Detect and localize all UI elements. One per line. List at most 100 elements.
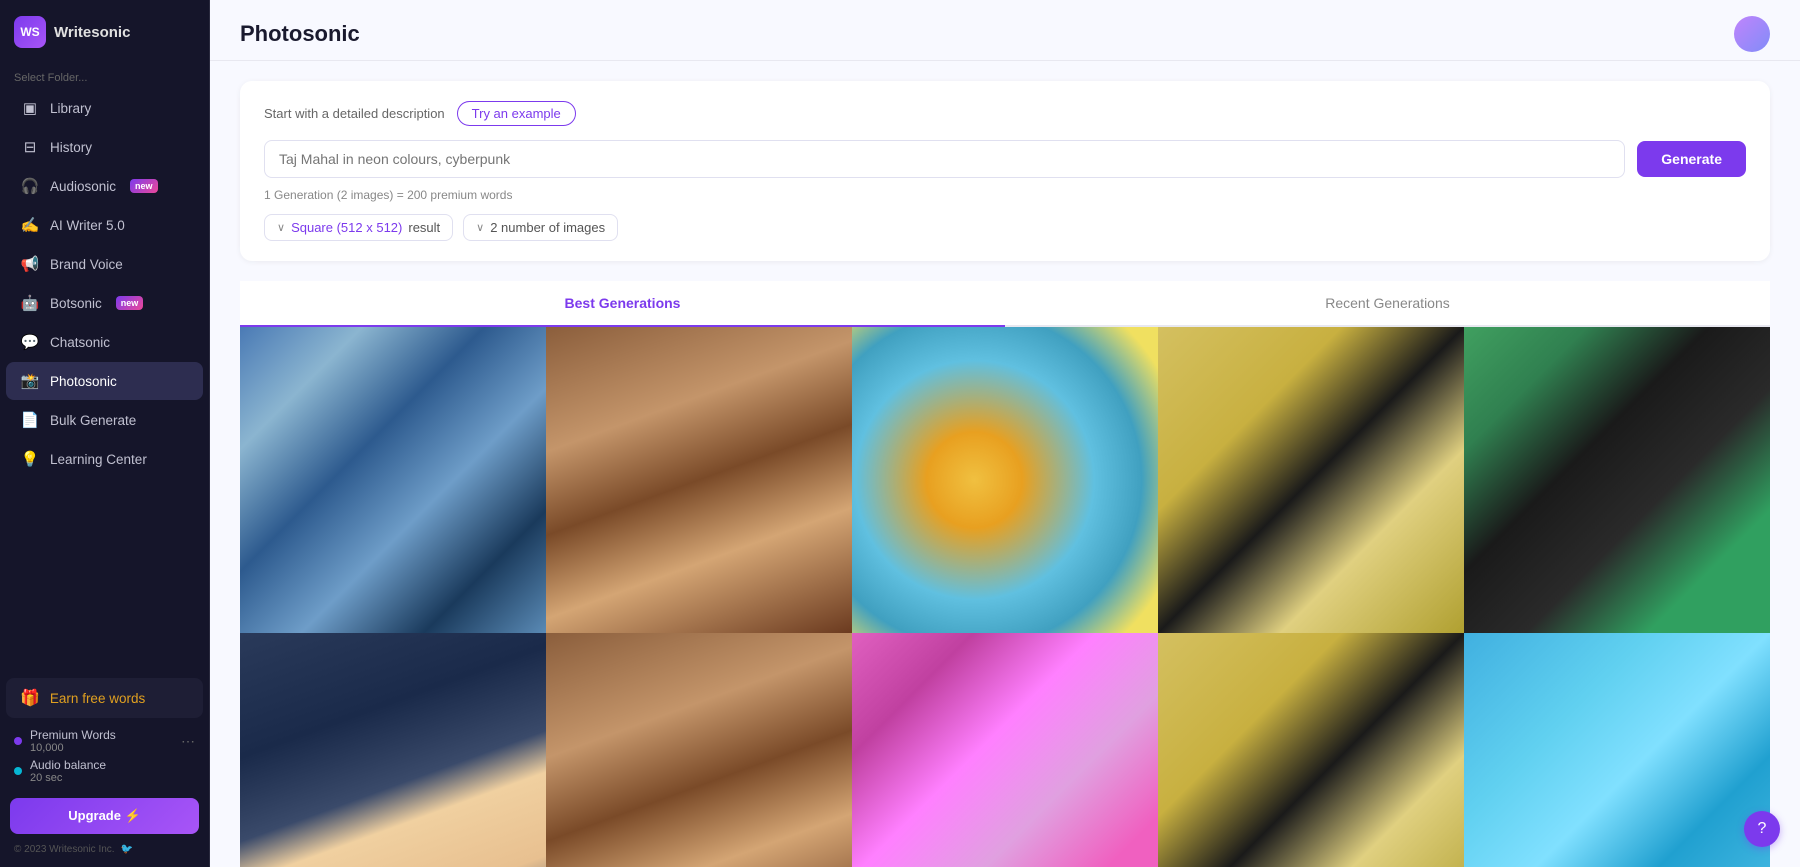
user-avatar[interactable] [1734,16,1770,52]
sidebar-item-label: AI Writer 5.0 [50,218,125,233]
tab-best-generations[interactable]: Best Generations [240,281,1005,325]
image-taj-mahal [852,633,1158,867]
sidebar-items: ▣ Library ⊟ History 🎧 Audiosonic new ✍ A… [0,88,209,479]
sidebar: WS Writesonic Select Folder... ▣ Library… [0,0,210,867]
sidebar-item-brand-voice[interactable]: 📢 Brand Voice [6,245,203,283]
page-title: Photosonic [240,21,360,47]
image-grid [240,327,1770,867]
image-cell-indian-woman[interactable] [240,633,546,867]
sidebar-item-label: Audiosonic [50,179,116,194]
image-count-label: 2 number of images [490,220,605,235]
image-cell-scream-2[interactable] [1158,633,1464,867]
upgrade-button[interactable]: Upgrade ⚡ [10,798,199,834]
ai-writer-icon: ✍ [20,215,40,235]
image-cell-scream[interactable] [1158,327,1464,633]
premium-words-value: 10,000 [30,742,116,754]
chatsonic-icon: 💬 [20,332,40,352]
sidebar-item-bulk-generate[interactable]: 📄 Bulk Generate [6,401,203,439]
image-count-chip[interactable]: ∨ 2 number of images [463,214,618,241]
sidebar-item-chatsonic[interactable]: 💬 Chatsonic [6,323,203,361]
tabs-row: Best Generations Recent Generations [240,281,1770,327]
size-result-label: result [408,220,440,235]
size-option-chip[interactable]: ∨ Square (512 x 512) result [264,214,453,241]
chevron-down-icon: ∨ [277,221,285,234]
audiosonic-icon: 🎧 [20,176,40,196]
earn-free-words-button[interactable]: 🎁 Earn free words [6,678,203,718]
image-mona-lisa [546,327,852,633]
select-folder-label[interactable]: Select Folder... [0,64,209,88]
premium-dot [14,737,22,745]
sidebar-item-label: Brand Voice [50,257,123,272]
sidebar-item-learning-center[interactable]: 💡 Learning Center [6,440,203,478]
audio-balance-value: 20 sec [30,772,106,784]
brand-voice-icon: 📢 [20,254,40,274]
image-scream [1158,327,1464,633]
sidebar-item-label: Botsonic [50,296,102,311]
sidebar-item-history[interactable]: ⊟ History [6,128,203,166]
input-section: Start with a detailed description Try an… [240,81,1770,261]
help-icon[interactable]: ? [1744,811,1780,847]
image-cell-taj-mahal[interactable] [852,633,1158,867]
audio-balance-label: Audio balance [30,758,106,772]
main-content: Photosonic Start with a detailed descrip… [210,0,1800,867]
image-cell-cat-samurai[interactable] [1464,327,1770,633]
sidebar-item-label: Library [50,101,91,116]
sidebar-item-botsonic[interactable]: 🤖 Botsonic new [6,284,203,322]
sidebar-item-label: Chatsonic [50,335,110,350]
audio-dot [14,767,22,775]
content-area: Start with a detailed description Try an… [210,61,1800,867]
image-cyclist [852,327,1158,633]
twitter-icon[interactable]: 🐦 [121,844,133,855]
image-mona-lisa-2 [546,633,852,867]
tab-recent-generations[interactable]: Recent Generations [1005,281,1770,325]
image-robot [1464,633,1770,867]
copyright-text: © 2023 Writesonic Inc. [14,844,115,855]
sidebar-item-label: Photosonic [50,374,117,389]
image-cell-van-gogh[interactable] [240,327,546,633]
try-example-button[interactable]: Try an example [457,101,576,126]
footer: © 2023 Writesonic Inc. 🐦 [0,840,209,859]
gift-icon: 🎁 [20,688,40,708]
image-cell-cyclist[interactable] [852,327,1158,633]
bulk-generate-icon: 📄 [20,410,40,430]
image-cell-mona-lisa-2[interactable] [546,633,852,867]
more-options-icon[interactable]: ⋯ [181,733,195,750]
main-header: Photosonic [210,0,1800,61]
image-scream-2 [1158,633,1464,867]
logo-text: Writesonic [54,24,130,41]
image-cell-mona-lisa[interactable] [546,327,852,633]
history-icon: ⊟ [20,137,40,157]
size-option-label: Square (512 x 512) [291,220,402,235]
sidebar-bottom: 🎁 Earn free words Premium Words 10,000 ⋯… [0,676,209,867]
photosonic-icon: 📸 [20,371,40,391]
image-cat-samurai [1464,327,1770,633]
image-indian-woman [240,633,546,867]
account-info: Premium Words 10,000 ⋯ Audio balance 20 … [0,720,209,792]
badge-new: new [116,296,144,310]
botsonic-icon: 🤖 [20,293,40,313]
prompt-input[interactable] [264,140,1625,178]
sidebar-item-audiosonic[interactable]: 🎧 Audiosonic new [6,167,203,205]
image-cell-robot[interactable] [1464,633,1770,867]
chevron-down-icon-2: ∨ [476,221,484,234]
try-example-row: Start with a detailed description Try an… [264,101,1746,126]
sidebar-item-photosonic[interactable]: 📸 Photosonic [6,362,203,400]
description-label: Start with a detailed description [264,106,445,121]
learning-center-icon: 💡 [20,449,40,469]
audio-balance-row: Audio balance 20 sec [14,758,195,784]
options-row: ∨ Square (512 x 512) result ∨ 2 number o… [264,214,1746,241]
sidebar-item-label: Learning Center [50,452,147,467]
sidebar-logo[interactable]: WS Writesonic [0,0,209,64]
library-icon: ▣ [20,98,40,118]
sidebar-item-ai-writer[interactable]: ✍ AI Writer 5.0 [6,206,203,244]
generate-button[interactable]: Generate [1637,141,1746,177]
image-van-gogh [240,327,546,633]
sidebar-item-label: History [50,140,92,155]
generation-info: 1 Generation (2 images) = 200 premium wo… [264,188,1746,202]
logo-icon: WS [14,16,46,48]
sidebar-item-label: Bulk Generate [50,413,136,428]
premium-words-label: Premium Words [30,728,116,742]
earn-free-label: Earn free words [50,691,145,706]
sidebar-item-library[interactable]: ▣ Library [6,89,203,127]
badge-new: new [130,179,158,193]
